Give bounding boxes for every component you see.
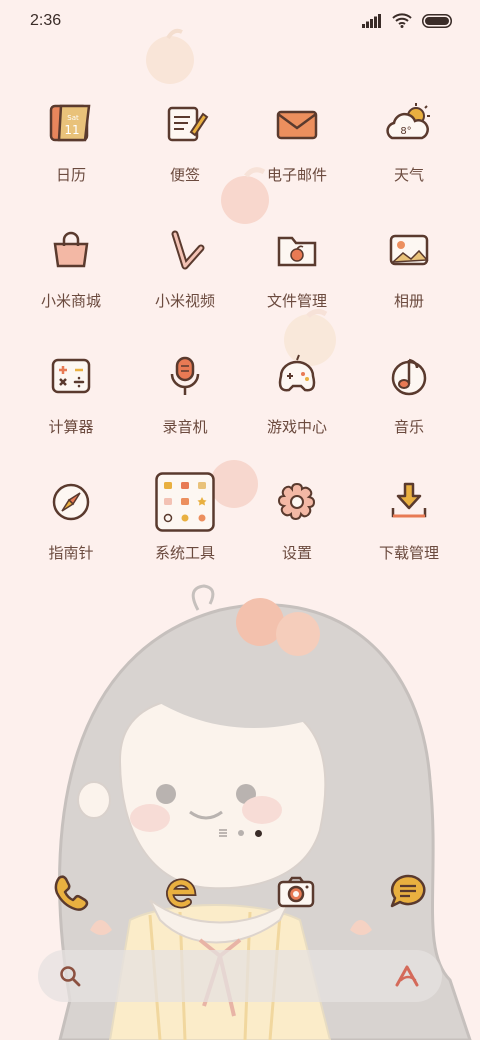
app-system-tools[interactable]: 系统工具 <box>130 472 240 563</box>
shopping-bag-icon <box>53 231 89 268</box>
dock-browser[interactable] <box>152 862 212 922</box>
status-time: 2:36 <box>30 12 62 29</box>
dock-phone[interactable] <box>40 862 100 922</box>
dock-camera[interactable] <box>266 862 326 922</box>
folder-icon <box>277 236 317 267</box>
app-recorder[interactable]: 录音机 <box>130 346 240 437</box>
app-email[interactable]: 电子邮件 <box>242 94 352 185</box>
app-downloads[interactable]: 下载管理 <box>354 472 464 563</box>
app-mi-video[interactable]: 小米视频 <box>130 220 240 311</box>
assistant-icon[interactable] <box>394 963 422 989</box>
camera-icon <box>277 876 315 908</box>
game-controller-icon <box>278 354 316 392</box>
notes-icon <box>167 106 209 142</box>
status-bar: 2:36 <box>0 0 480 42</box>
calendar-day: Sat <box>67 114 79 122</box>
app-label: 电子邮件 <box>266 166 327 184</box>
app-label: 系统工具 <box>154 544 215 562</box>
compass-icon <box>52 483 90 521</box>
app-label: 录音机 <box>162 418 208 436</box>
app-label: 游戏中心 <box>266 418 327 436</box>
email-icon <box>276 110 318 140</box>
app-compass[interactable]: 指南针 <box>16 472 126 563</box>
microphone-icon <box>170 356 200 395</box>
search-bar[interactable] <box>38 950 442 1002</box>
browser-icon <box>166 878 197 909</box>
music-note-icon <box>391 358 427 396</box>
app-calculator[interactable]: 计算器 <box>16 346 126 437</box>
calendar-icon: Sat 11 <box>49 104 91 142</box>
app-mi-store[interactable]: 小米商城 <box>16 220 126 311</box>
app-label: 小米商城 <box>40 292 101 310</box>
battery-icon <box>422 13 452 28</box>
phone-icon <box>54 875 89 911</box>
settings-gear-icon <box>277 482 316 521</box>
app-label: 相册 <box>393 292 424 310</box>
download-icon <box>391 482 427 518</box>
page-dot-inactive <box>237 830 244 836</box>
weather-icon: 8° <box>386 103 430 140</box>
app-file-manager[interactable]: 文件管理 <box>242 220 352 311</box>
dock <box>0 862 480 926</box>
page-indicator[interactable] <box>0 829 480 837</box>
calendar-date: 11 <box>64 123 79 137</box>
app-weather[interactable]: 8° 天气 <box>354 94 464 185</box>
app-label: 音乐 <box>393 418 424 436</box>
cellular-signal-icon <box>362 13 381 28</box>
app-notes[interactable]: 便签 <box>130 94 240 185</box>
app-label: 下载管理 <box>378 544 439 562</box>
app-label: 计算器 <box>48 418 94 436</box>
search-icon <box>60 966 81 987</box>
video-play-icon <box>171 230 205 270</box>
messages-icon <box>390 874 426 908</box>
app-label: 便签 <box>169 166 200 184</box>
app-label: 日历 <box>55 166 86 184</box>
tools-folder-icon <box>155 472 215 532</box>
app-settings[interactable]: 设置 <box>242 472 352 563</box>
app-label: 小米视频 <box>154 292 215 310</box>
app-music[interactable]: 音乐 <box>354 346 464 437</box>
page-dot-active <box>254 829 262 837</box>
dock-messages[interactable] <box>378 862 438 922</box>
app-label: 指南针 <box>48 544 94 562</box>
wifi-icon <box>392 13 412 28</box>
app-calendar[interactable]: Sat 11 日历 <box>16 94 126 185</box>
app-label: 文件管理 <box>266 292 327 310</box>
gallery-icon <box>389 234 429 266</box>
app-label: 设置 <box>281 544 312 562</box>
app-game-center[interactable]: 游戏中心 <box>242 346 352 437</box>
menu-page-icon <box>218 829 227 837</box>
app-label: 天气 <box>393 166 424 184</box>
app-gallery[interactable]: 相册 <box>354 220 464 311</box>
calculator-icon <box>51 358 91 394</box>
weather-temperature: 8° <box>400 126 411 137</box>
